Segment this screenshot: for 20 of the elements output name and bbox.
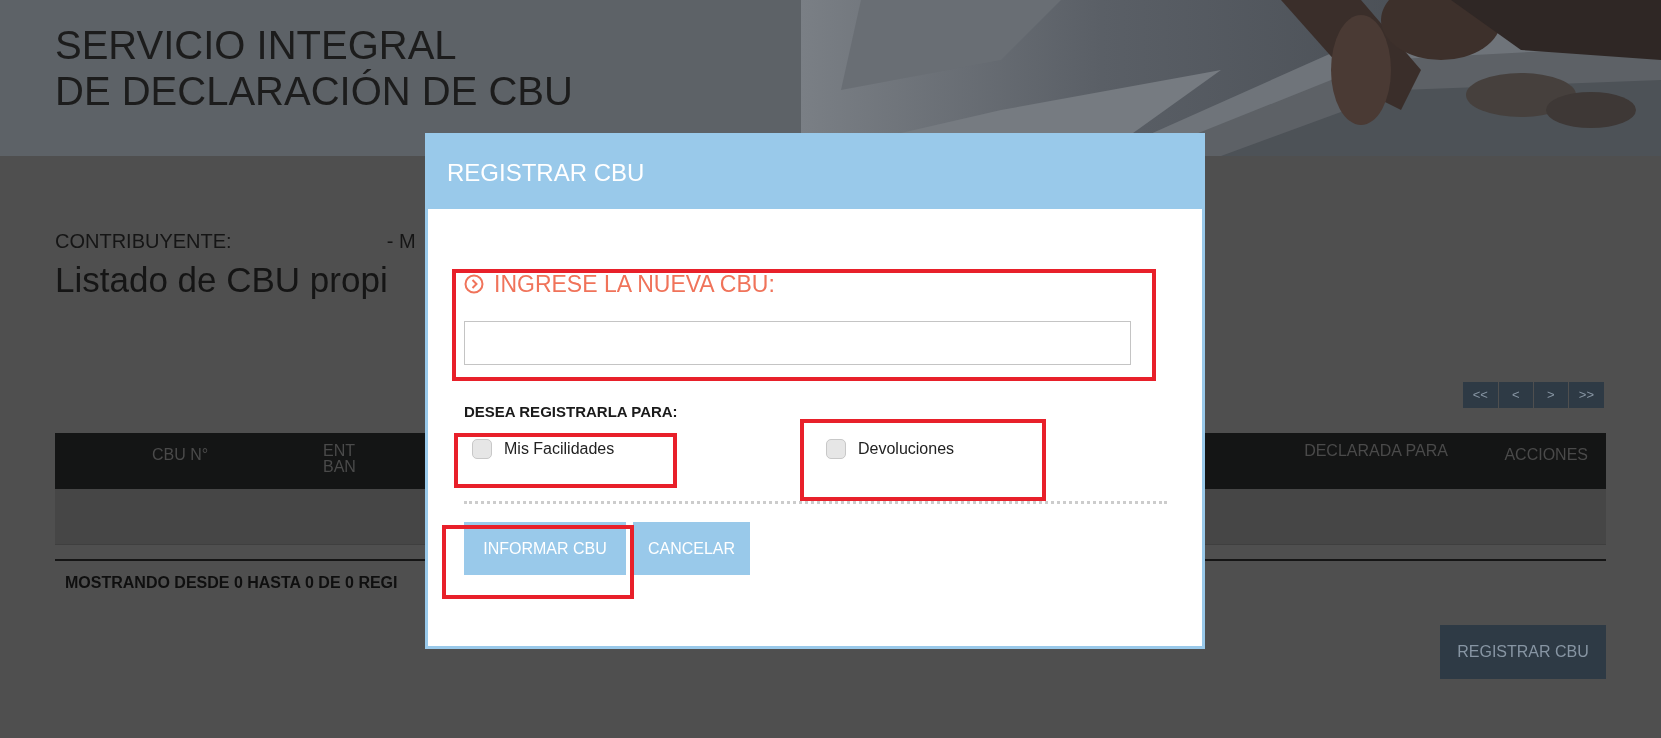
register-button[interactable]: REGISTRAR CBU bbox=[1440, 625, 1606, 679]
dialog-title: REGISTRAR CBU bbox=[447, 157, 645, 188]
pagination-button[interactable]: >> bbox=[1568, 382, 1604, 408]
field-label: INGRESE LA NUEVA CBU: bbox=[494, 270, 775, 299]
pagination-button[interactable]: << bbox=[1462, 382, 1498, 408]
site-title: SERVICIO INTEGRAL bbox=[55, 22, 458, 68]
question-label: DESEA REGISTRARLA PARA: bbox=[464, 401, 679, 422]
site-title: DE DECLARACIÓN DE CBU bbox=[55, 68, 574, 114]
chevron-circle-icon bbox=[464, 274, 484, 295]
option-label: Devoluciones bbox=[858, 439, 955, 459]
record-count: MOSTRANDO DESDE 0 HASTA 0 DE 0 REGI bbox=[64, 574, 398, 591]
taxpayer-value: - M bbox=[386, 229, 416, 254]
pagination-button[interactable]: < bbox=[1498, 382, 1533, 408]
checkbox[interactable] bbox=[826, 439, 846, 459]
page-heading: Listado de CBU propi bbox=[55, 259, 388, 301]
checkbox[interactable] bbox=[472, 439, 492, 459]
pagination-button[interactable]: > bbox=[1533, 382, 1568, 408]
taxpayer-label: CONTRIBUYENTE: bbox=[55, 229, 232, 254]
cbu-input-field[interactable] bbox=[464, 320, 1131, 365]
option-label: Mis Facilidades bbox=[504, 439, 615, 459]
